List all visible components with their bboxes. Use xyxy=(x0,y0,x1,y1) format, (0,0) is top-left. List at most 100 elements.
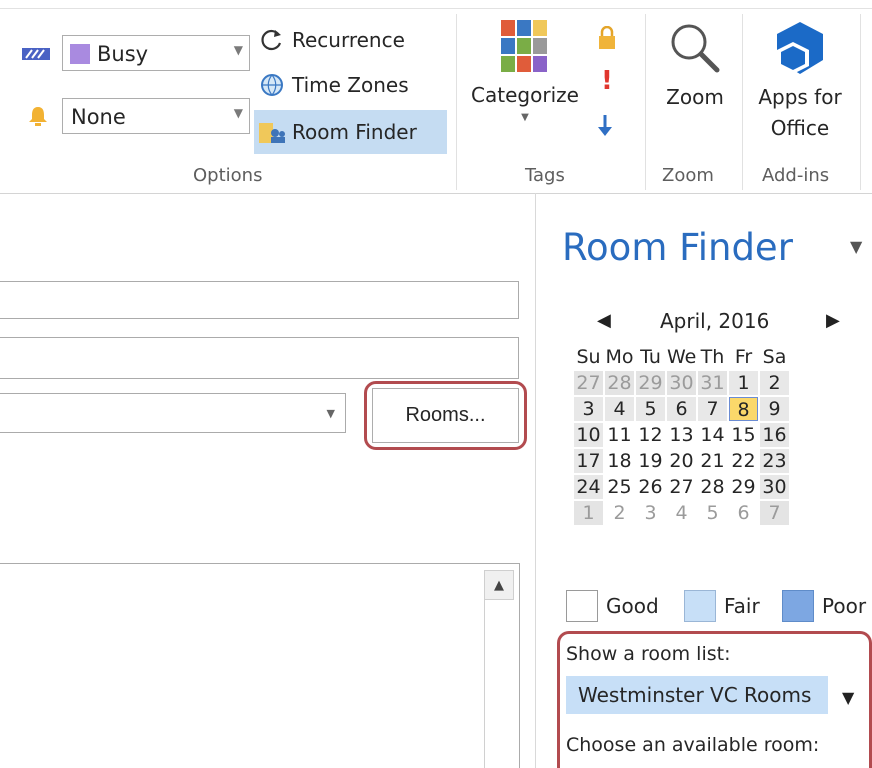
calendar-day[interactable]: 4 xyxy=(667,501,696,525)
message-body[interactable] xyxy=(0,563,520,768)
calendar-day[interactable]: 27 xyxy=(667,475,696,499)
magnifier-icon xyxy=(652,20,738,82)
calendar-day[interactable]: 24 xyxy=(574,475,603,499)
group-separator xyxy=(645,14,646,190)
previous-month-icon[interactable]: ◀ xyxy=(597,310,611,331)
location-field[interactable]: ▼ xyxy=(0,393,346,433)
calendar-day[interactable]: 10 xyxy=(574,423,603,447)
recurrence-label: Recurrence xyxy=(292,28,405,52)
calendar-day[interactable]: 29 xyxy=(636,371,665,395)
chevron-down-icon: ▼ xyxy=(233,106,243,120)
calendar-week: 27 28 29 30 31 1 2 xyxy=(574,371,791,395)
calendar-day[interactable]: 23 xyxy=(760,449,789,473)
legend-good-label: Good xyxy=(606,594,659,618)
calendar-day[interactable]: 12 xyxy=(636,423,665,447)
calendar-day[interactable]: 28 xyxy=(698,475,727,499)
show-as-dropdown[interactable]: Busy ▼ xyxy=(62,35,250,71)
categorize-button[interactable]: Categorize ▼ xyxy=(466,20,584,125)
categorize-icon xyxy=(466,20,584,80)
calendar-day[interactable]: 17 xyxy=(574,449,603,473)
calendar-day-today[interactable]: 8 xyxy=(729,397,758,421)
low-importance-icon[interactable] xyxy=(597,115,613,141)
show-as-value: Busy xyxy=(97,42,149,66)
scroll-up-arrow-icon[interactable]: ▲ xyxy=(484,570,514,600)
addins-group-label: Add-ins xyxy=(762,165,830,186)
calendar-day[interactable]: 27 xyxy=(574,371,603,395)
room-finder-title: Room Finder xyxy=(562,226,793,269)
zoom-label: Zoom xyxy=(666,85,724,109)
calendar-day[interactable]: 31 xyxy=(698,371,727,395)
lock-icon[interactable] xyxy=(597,25,617,54)
options-group-label: Options xyxy=(193,165,263,186)
tags-group-label: Tags xyxy=(525,165,565,186)
zoom-group-label: Zoom xyxy=(662,165,714,186)
calendar-day[interactable]: 1 xyxy=(574,501,603,525)
calendar-day[interactable]: 3 xyxy=(636,501,665,525)
weekday-label: Fr xyxy=(734,346,753,368)
group-separator xyxy=(860,14,861,190)
calendar-day[interactable]: 18 xyxy=(605,449,634,473)
apps-for-office-button[interactable]: Apps for Office xyxy=(748,20,852,144)
calendar-day[interactable]: 28 xyxy=(605,371,634,395)
calendar-day[interactable]: 2 xyxy=(760,371,789,395)
calendar-day[interactable]: 29 xyxy=(729,475,758,499)
room-finder-label: Room Finder xyxy=(292,120,417,144)
calendar-day[interactable]: 6 xyxy=(729,501,758,525)
recurrence-button[interactable]: Recurrence xyxy=(258,24,405,56)
weekday-label: Th xyxy=(700,346,725,368)
chevron-down-icon[interactable]: ▼ xyxy=(327,407,335,420)
room-finder-button[interactable]: Room Finder xyxy=(254,110,447,154)
time-zones-button[interactable]: Time Zones xyxy=(258,69,409,101)
zoom-button[interactable]: Zoom xyxy=(652,20,738,113)
calendar-week: 1 2 3 4 5 6 7 xyxy=(574,501,791,525)
calendar-day[interactable]: 19 xyxy=(636,449,665,473)
reminder-dropdown[interactable]: None ▼ xyxy=(62,98,250,134)
rooms-button-callout xyxy=(364,381,527,450)
calendar-day[interactable]: 4 xyxy=(605,397,634,421)
calendar-day[interactable]: 30 xyxy=(667,371,696,395)
pane-menu-icon[interactable]: ▼ xyxy=(850,237,862,256)
calendar-day[interactable]: 5 xyxy=(698,501,727,525)
legend-poor-swatch xyxy=(782,590,814,622)
calendar-day[interactable]: 16 xyxy=(760,423,789,447)
calendar-day[interactable]: 2 xyxy=(605,501,634,525)
calendar-day[interactable]: 6 xyxy=(667,397,696,421)
calendar-day[interactable]: 9 xyxy=(760,397,789,421)
next-month-icon[interactable]: ▶ xyxy=(826,310,840,331)
weekday-header: Su Mo Tu We Th Fr Sa xyxy=(574,345,791,369)
subject-field[interactable] xyxy=(0,337,519,379)
weekday-label: Su xyxy=(576,346,601,368)
calendar-day[interactable]: 21 xyxy=(698,449,727,473)
high-importance-icon[interactable]: ! xyxy=(601,68,613,94)
calendar-day[interactable]: 7 xyxy=(698,397,727,421)
calendar-day[interactable]: 26 xyxy=(636,475,665,499)
calendar-day[interactable]: 15 xyxy=(729,423,758,447)
calendar-day[interactable]: 3 xyxy=(574,397,603,421)
calendar-day[interactable]: 22 xyxy=(729,449,758,473)
chevron-down-icon: ▼ xyxy=(521,112,529,123)
calendar-week: 24 25 26 27 28 29 30 xyxy=(574,475,791,499)
categorize-label: Categorize xyxy=(471,83,579,107)
attendees-field[interactable] xyxy=(0,281,519,319)
weekday-label: Sa xyxy=(762,346,787,368)
calendar-week: 10 11 12 13 14 15 16 xyxy=(574,423,791,447)
bell-icon xyxy=(27,105,49,131)
calendar-week: 3 4 5 6 7 8 9 xyxy=(574,397,791,421)
calendar-day[interactable]: 11 xyxy=(605,423,634,447)
apps-for-office-label-2: Office xyxy=(770,116,830,140)
chevron-down-icon: ▼ xyxy=(233,43,243,57)
month-label: April, 2016 xyxy=(660,309,770,333)
calendar-day[interactable]: 5 xyxy=(636,397,665,421)
calendar-day[interactable]: 13 xyxy=(667,423,696,447)
calendar-day[interactable]: 14 xyxy=(698,423,727,447)
calendar-day[interactable]: 30 xyxy=(760,475,789,499)
time-zones-label: Time Zones xyxy=(292,73,409,97)
calendar-day[interactable]: 1 xyxy=(729,371,758,395)
calendar-day[interactable]: 25 xyxy=(605,475,634,499)
calendar-day[interactable]: 7 xyxy=(760,501,789,525)
calendar-day[interactable]: 20 xyxy=(667,449,696,473)
legend-good-swatch xyxy=(566,590,598,622)
recurrence-icon xyxy=(258,26,286,54)
room-list-callout xyxy=(557,631,872,768)
reminder-value: None xyxy=(71,105,126,129)
